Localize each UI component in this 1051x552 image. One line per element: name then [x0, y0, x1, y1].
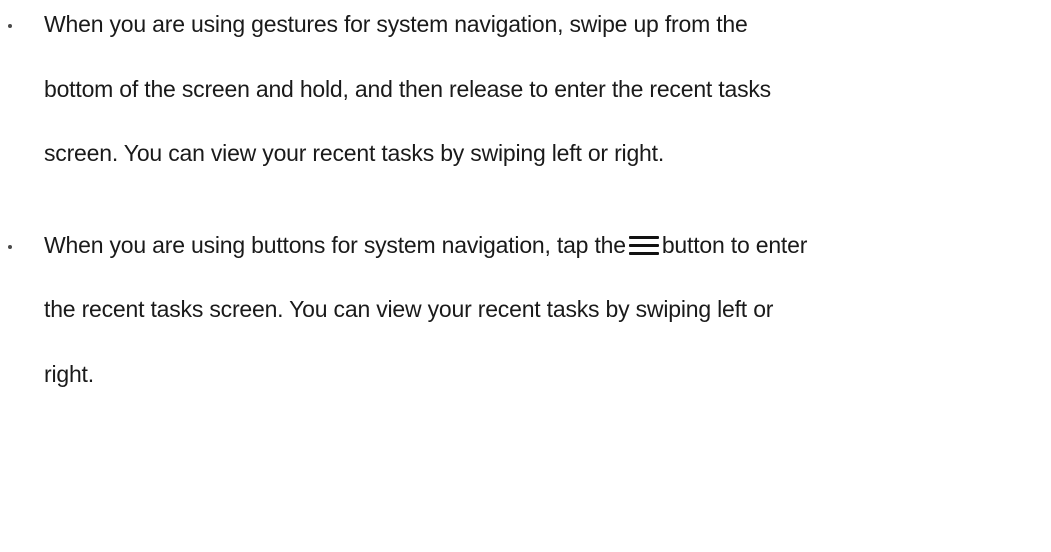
bullet-icon — [8, 244, 12, 249]
text-line: screen. You can view your recent tasks b… — [44, 140, 665, 167]
menu-icon — [628, 235, 659, 255]
list-item-gestures: When you are using gestures for system n… — [0, 0, 1051, 194]
bullet-icon — [8, 24, 12, 28]
text-after-icon: button to enter — [661, 231, 808, 258]
text-line: When you are using gestures for system n… — [44, 11, 748, 37]
text-before-icon: When you are using buttons for system na… — [44, 231, 626, 258]
text-line: right. — [44, 360, 94, 387]
text-line: the recent tasks screen. You can view yo… — [44, 296, 774, 323]
instruction-list: When you are using gestures for system n… — [0, 0, 1051, 415]
text-line: bottom of the screen and hold, and then … — [44, 75, 771, 102]
text-line: When you are using buttons for system na… — [44, 221, 1051, 286]
document: When you are using gestures for system n… — [0, 0, 1051, 552]
list-item-buttons: When you are using buttons for system na… — [0, 221, 1051, 415]
